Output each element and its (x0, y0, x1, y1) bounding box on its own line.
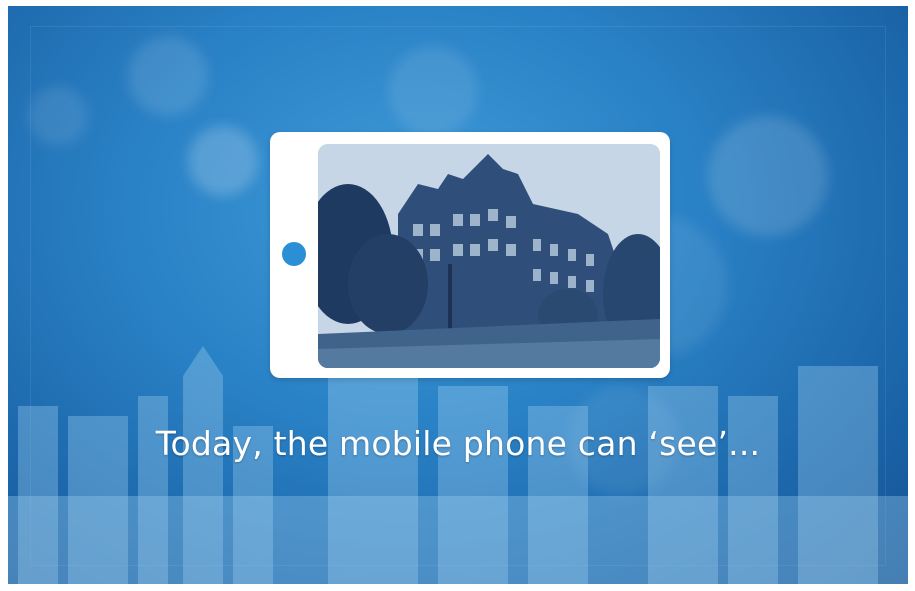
animation-stage: Today, the mobile phone can ‘see’... (8, 6, 908, 584)
bokeh-light (128, 36, 208, 116)
video-frame: Today, the mobile phone can ‘see’... (0, 0, 915, 591)
bokeh-light (28, 86, 88, 146)
bokeh-light (188, 126, 258, 196)
bokeh-light (708, 116, 828, 236)
bokeh-light (388, 46, 478, 136)
circle-button-icon (282, 242, 306, 266)
building-photo (318, 144, 660, 368)
subtitle-caption: Today, the mobile phone can ‘see’... (155, 424, 761, 463)
phone-illustration (270, 132, 670, 378)
phone-camera-view (318, 144, 660, 368)
